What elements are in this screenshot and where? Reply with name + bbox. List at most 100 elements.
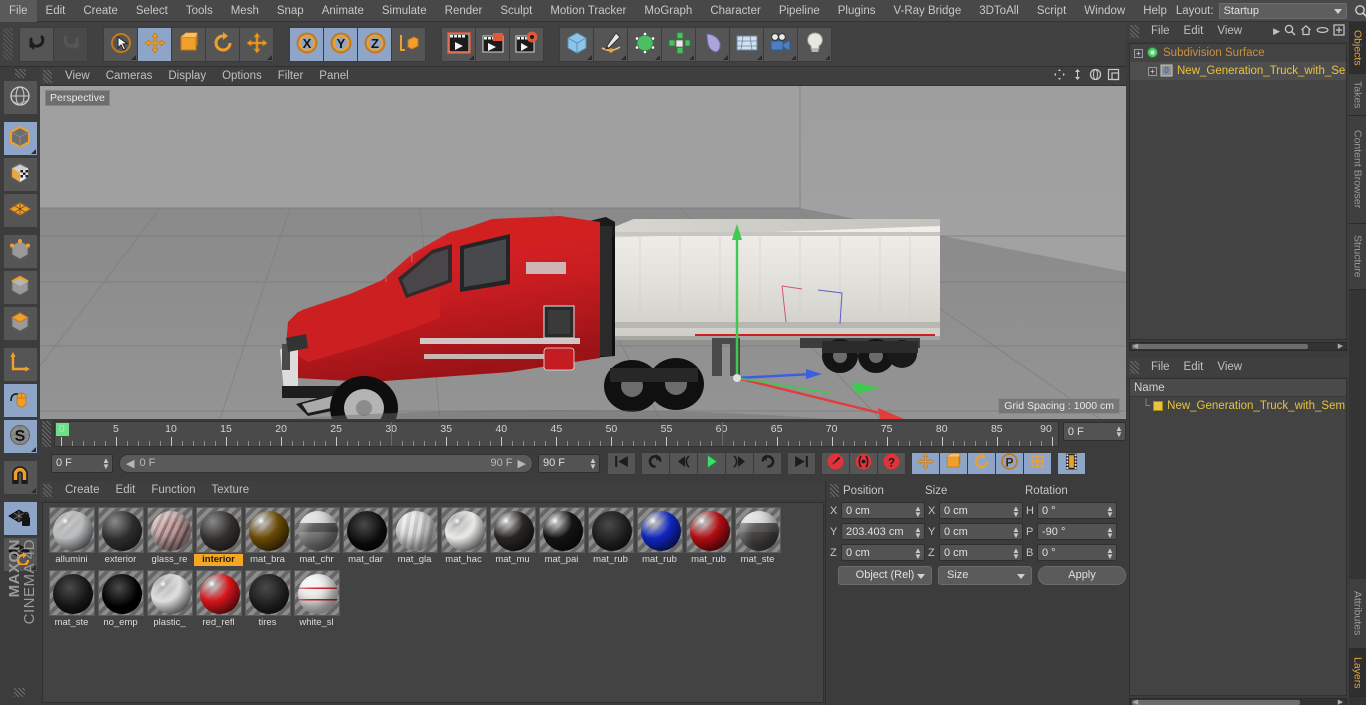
timeline-button[interactable] xyxy=(1057,451,1086,475)
material-preview[interactable] xyxy=(440,507,487,553)
play-backwards-button[interactable] xyxy=(641,451,670,475)
material-preview[interactable] xyxy=(146,507,193,553)
polygons-mode-button[interactable] xyxy=(2,306,38,341)
scroll-left-icon[interactable]: ◀ xyxy=(1131,343,1140,350)
rotate-tool-button[interactable] xyxy=(205,26,240,62)
scale-tool-button[interactable] xyxy=(171,26,206,62)
frame-icon[interactable] xyxy=(1333,24,1345,39)
record-active-objects-button[interactable] xyxy=(821,451,850,475)
undo-button[interactable] xyxy=(19,26,54,62)
material-name[interactable]: glass_re xyxy=(145,554,194,566)
parameter-key-button[interactable]: P xyxy=(995,451,1024,475)
material-name[interactable]: tires xyxy=(243,617,292,629)
select-tool-button[interactable] xyxy=(103,26,138,62)
material-preview[interactable] xyxy=(48,507,95,553)
viewport-menu-cameras[interactable]: Cameras xyxy=(98,67,161,86)
object-row[interactable]: +0 New_Generation_Truck_with_Ser xyxy=(1130,62,1346,80)
viewport-menu-filter[interactable]: Filter xyxy=(270,67,312,86)
material-preview[interactable] xyxy=(293,570,340,616)
magnet-button[interactable] xyxy=(2,460,38,495)
material-name[interactable]: mat_gla xyxy=(390,554,439,566)
vertical-tab-attributes[interactable]: Attributes xyxy=(1349,579,1366,649)
material-preview[interactable] xyxy=(587,507,634,553)
material-name[interactable]: mat_bra xyxy=(243,554,292,566)
material-preview[interactable] xyxy=(195,570,242,616)
workplane-lock-button[interactable] xyxy=(2,501,38,536)
search-icon[interactable] xyxy=(1351,1,1366,21)
z-axis-button[interactable]: Z xyxy=(357,26,392,62)
spinner-icon[interactable]: ▲ ▼ xyxy=(1115,425,1123,439)
scrollbar-thumb[interactable] xyxy=(1132,700,1300,705)
attribute-menu-edit[interactable]: Edit xyxy=(1177,358,1211,377)
menu-motion-tracker[interactable]: Motion Tracker xyxy=(541,0,635,22)
material-item[interactable]: mat_ste xyxy=(47,570,96,629)
material-item[interactable]: allumini xyxy=(47,507,96,566)
material-preview[interactable] xyxy=(391,507,438,553)
menu-select[interactable]: Select xyxy=(127,0,177,22)
material-name[interactable]: mat_rub xyxy=(586,554,635,566)
material-preview[interactable] xyxy=(244,570,291,616)
attribute-row[interactable]: └ New_Generation_Truck_with_Sem xyxy=(1130,397,1346,415)
layout-dropdown[interactable]: Startup xyxy=(1218,2,1347,19)
material-grid[interactable]: allumini exterior glass_re interior mat_bra m… xyxy=(42,502,824,703)
spinner-icon[interactable]: ▲ ▼ xyxy=(589,456,597,470)
material-item[interactable]: mat_mu xyxy=(488,507,537,566)
menu-script[interactable]: Script xyxy=(1028,0,1075,22)
vertical-tab-objects[interactable]: Objects xyxy=(1349,22,1366,74)
material-item[interactable]: plastic_ xyxy=(145,570,194,629)
material-item[interactable]: mat_bra xyxy=(243,507,292,566)
attribute-manager-grip[interactable] xyxy=(1130,361,1139,374)
spinner-icon[interactable]: ▲ ▼ xyxy=(914,547,922,561)
vertical-tab-content-browser[interactable]: Content Browser xyxy=(1349,116,1366,224)
apply-button[interactable]: Apply xyxy=(1038,565,1126,585)
layer-swatch-icon[interactable] xyxy=(1153,401,1164,411)
object-menu-view[interactable]: View xyxy=(1210,22,1249,41)
rotation-h-field[interactable]: 0 ° ▲ ▼ xyxy=(1037,502,1117,519)
spinner-icon[interactable]: ▲ ▼ xyxy=(1012,526,1020,540)
material-menu-function[interactable]: Function xyxy=(143,481,203,500)
vertical-tab-structure[interactable]: Structure xyxy=(1349,224,1366,290)
menu-character[interactable]: Character xyxy=(701,0,770,22)
add-array-button[interactable] xyxy=(661,26,696,62)
maximize-icon[interactable] xyxy=(1107,68,1120,84)
add-floor-button[interactable] xyxy=(729,26,764,62)
material-item[interactable]: mat_rub xyxy=(684,507,733,566)
viewport-menu-view[interactable]: View xyxy=(57,67,98,86)
spinner-icon[interactable]: ▲ ▼ xyxy=(1012,547,1020,561)
material-menu-create[interactable]: Create xyxy=(57,481,108,500)
viewport-menu-panel[interactable]: Panel xyxy=(311,67,356,86)
max-frame-field[interactable]: 90 F ▲ ▼ xyxy=(538,453,600,473)
material-menu-grip[interactable] xyxy=(43,484,52,497)
scroll-right-icon[interactable]: ▶ xyxy=(1336,343,1345,350)
menu-create[interactable]: Create xyxy=(74,0,127,22)
coordinate-mode-dropdown[interactable]: Object (Rel) xyxy=(838,565,932,585)
size-mode-dropdown[interactable]: Size xyxy=(938,565,1032,585)
object-axis-button[interactable] xyxy=(2,347,38,382)
material-name[interactable]: interior xyxy=(194,554,243,566)
snap-button[interactable]: S xyxy=(2,419,38,454)
material-item[interactable]: mat_gla xyxy=(390,507,439,566)
subdivision-surface-icon[interactable] xyxy=(1146,46,1159,60)
keyframe-selection-button[interactable]: ? xyxy=(877,451,906,475)
material-menu-texture[interactable]: Texture xyxy=(203,481,257,500)
add-deformer-button[interactable] xyxy=(695,26,730,62)
menu-help[interactable]: Help xyxy=(1134,0,1176,22)
menu-snap[interactable]: Snap xyxy=(268,0,313,22)
material-preview[interactable] xyxy=(293,507,340,553)
position-x-field[interactable]: 0 cm ▲ ▼ xyxy=(841,502,925,519)
material-item[interactable]: mat_rub xyxy=(635,507,684,566)
material-item[interactable]: mat_chr xyxy=(292,507,341,566)
left-toolbar-grip-bottom[interactable] xyxy=(14,688,25,697)
material-item[interactable]: glass_re xyxy=(145,507,194,566)
material-preview[interactable] xyxy=(97,570,144,616)
viewport-menu-grip[interactable] xyxy=(43,69,52,83)
pan-icon[interactable] xyxy=(1053,68,1066,84)
spinner-icon[interactable]: ▲ ▼ xyxy=(1106,505,1114,519)
material-item[interactable]: white_sl xyxy=(292,570,341,629)
free-move-button[interactable] xyxy=(239,26,274,62)
frame-start-field[interactable]: 0 F ▲ ▼ xyxy=(51,453,113,473)
material-menu-edit[interactable]: Edit xyxy=(108,481,144,500)
menu-sculpt[interactable]: Sculpt xyxy=(491,0,541,22)
current-frame-field[interactable]: 0 F ▲ ▼ xyxy=(1062,422,1126,441)
menu-mograph[interactable]: MoGraph xyxy=(635,0,701,22)
